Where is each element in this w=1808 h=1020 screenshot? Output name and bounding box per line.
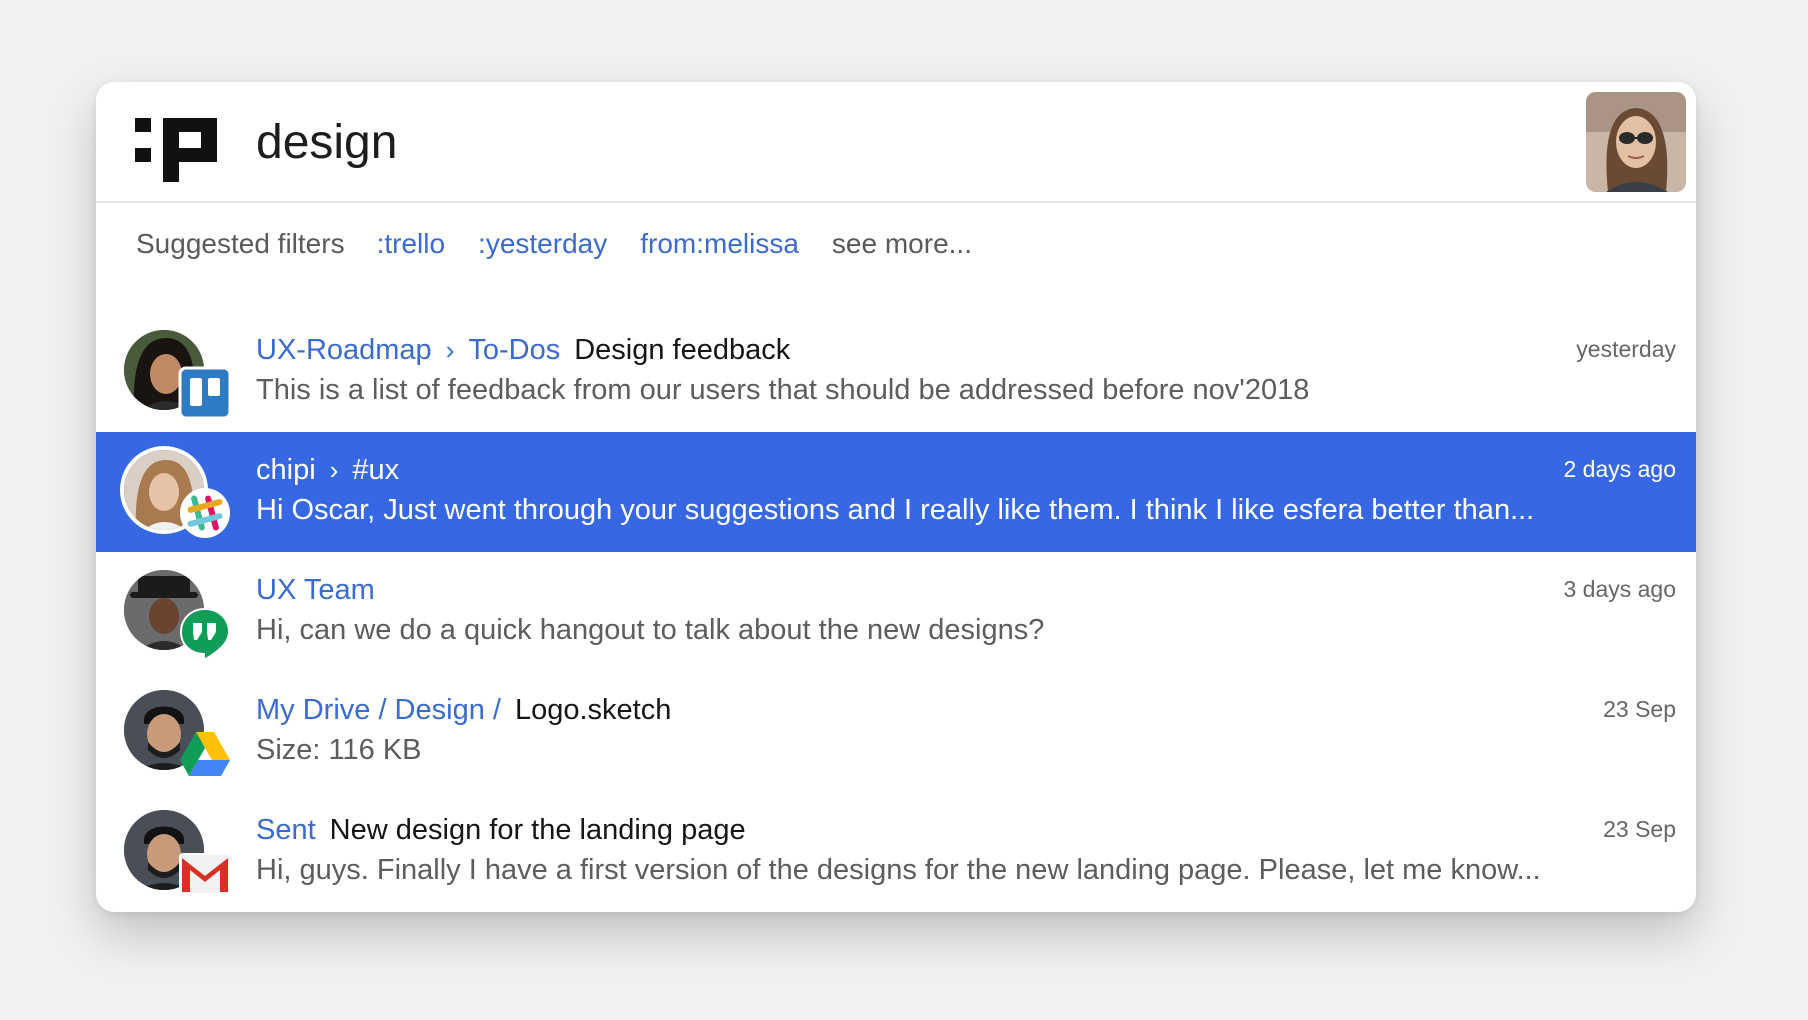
result-title: New design for the landing page: [329, 813, 746, 846]
result-title: Logo.sketch: [514, 693, 672, 726]
breadcrumb-conversation[interactable]: UX Team: [256, 574, 375, 607]
search-bar: [96, 82, 1696, 202]
result-avatar-group: [124, 330, 234, 422]
search-input[interactable]: [256, 110, 1536, 174]
suggested-filters: Suggested filters :trello :yesterday fro…: [136, 222, 972, 266]
gmail-icon: [179, 853, 231, 895]
breadcrumb-channel[interactable]: #ux: [352, 454, 399, 487]
hangouts-icon: [179, 607, 231, 660]
breadcrumb-board[interactable]: UX-Roadmap: [256, 334, 432, 367]
app-logo-icon: [135, 118, 217, 182]
result-heading: UX-Roadmap › To-Dos Design feedback: [256, 330, 790, 370]
breadcrumb-folder-path[interactable]: My Drive / Design /: [256, 694, 501, 727]
user-avatar[interactable]: [1586, 92, 1686, 192]
result-timestamp: 23 Sep: [1603, 816, 1676, 842]
result-row-selected[interactable]: chipi › #ux Hi Oscar, Just went through …: [96, 432, 1696, 552]
result-timestamp: 2 days ago: [1563, 456, 1676, 482]
result-timestamp: 23 Sep: [1603, 696, 1676, 722]
slack-icon: [180, 488, 230, 538]
result-row[interactable]: Sent New design for the landing page Hi,…: [96, 792, 1696, 912]
result-avatar-group: [124, 810, 234, 902]
result-heading: My Drive / Design / Logo.sketch: [256, 690, 671, 730]
result-snippet: Hi, can we do a quick hangout to talk ab…: [256, 613, 1045, 646]
result-snippet: Size: 116 KB: [256, 733, 422, 766]
google-drive-icon: [180, 732, 230, 776]
header-divider: [96, 201, 1696, 203]
breadcrumb-separator: ›: [445, 334, 455, 365]
result-heading: UX Team: [256, 570, 375, 610]
result-row[interactable]: UX Team Hi, can we do a quick hangout to…: [96, 552, 1696, 672]
result-timestamp: yesterday: [1576, 336, 1676, 362]
result-avatar-group: [124, 450, 234, 542]
breadcrumb-separator: ›: [329, 454, 339, 485]
breadcrumb-user[interactable]: chipi: [256, 454, 316, 487]
result-snippet: Hi Oscar, Just went through your suggest…: [256, 493, 1535, 526]
result-row[interactable]: My Drive / Design / Logo.sketch Size: 11…: [96, 672, 1696, 792]
trello-icon: [178, 366, 232, 420]
filter-trello[interactable]: :trello: [377, 228, 445, 260]
filter-from-melissa[interactable]: from:melissa: [640, 228, 799, 260]
suggested-filters-label: Suggested filters: [136, 228, 345, 259]
result-timestamp: 3 days ago: [1563, 576, 1676, 602]
result-snippet: Hi, guys. Finally I have a first version…: [256, 853, 1541, 886]
result-snippet: This is a list of feedback from our user…: [256, 373, 1310, 406]
result-row[interactable]: UX-Roadmap › To-Dos Design feedback This…: [96, 312, 1696, 432]
result-heading: chipi › #ux: [256, 450, 399, 490]
see-more-link[interactable]: see more...: [832, 228, 972, 260]
filter-yesterday[interactable]: :yesterday: [478, 228, 607, 260]
breadcrumb-list[interactable]: To-Dos: [468, 334, 560, 367]
breadcrumb-mailbox[interactable]: Sent: [256, 814, 316, 847]
result-heading: Sent New design for the landing page: [256, 810, 746, 850]
result-avatar-group: [124, 690, 234, 782]
result-avatar-group: [124, 570, 234, 662]
results-list: UX-Roadmap › To-Dos Design feedback This…: [96, 312, 1696, 912]
search-window: Suggested filters :trello :yesterday fro…: [96, 82, 1696, 912]
result-title: Design feedback: [574, 333, 791, 366]
